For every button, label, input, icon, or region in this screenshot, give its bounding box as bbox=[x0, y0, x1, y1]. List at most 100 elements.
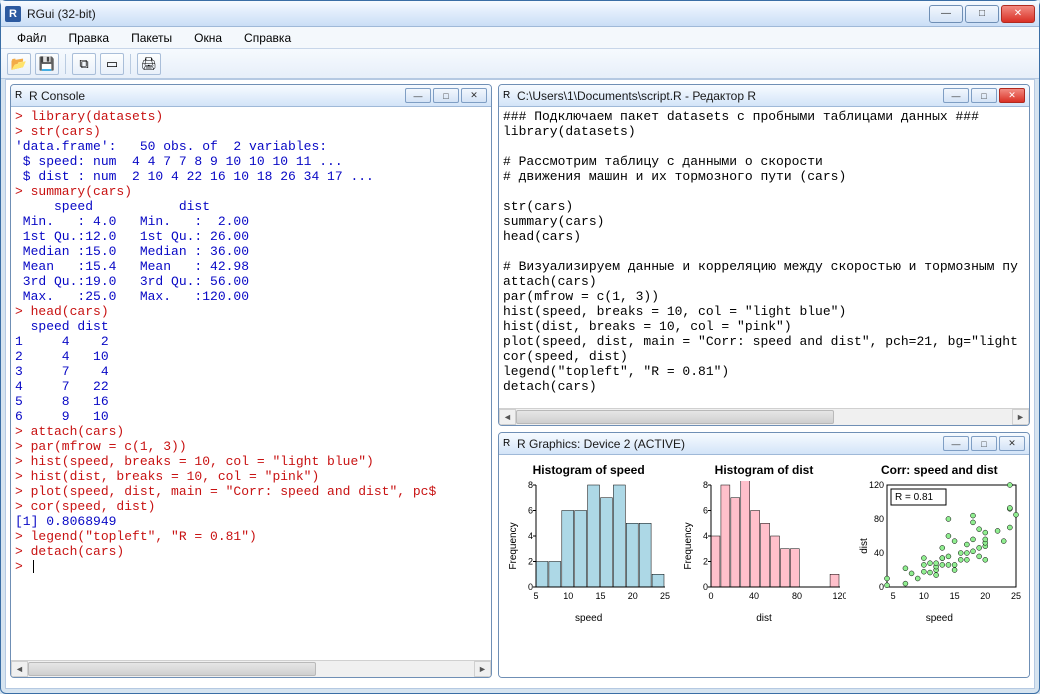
x-axis-label: speed bbox=[575, 613, 602, 624]
save-icon[interactable]: 💾 bbox=[35, 53, 59, 75]
window-title: RGui (32-bit) bbox=[27, 7, 927, 21]
console-line: > hist(speed, breaks = 10, col = "light … bbox=[15, 454, 487, 469]
console-line: > legend("topleft", "R = 0.81") bbox=[15, 529, 487, 544]
svg-text:0: 0 bbox=[879, 582, 884, 592]
paste-icon[interactable]: ▭ bbox=[100, 53, 124, 75]
svg-text:Frequency: Frequency bbox=[508, 522, 519, 569]
console-line: [1] 0.8068949 bbox=[15, 514, 487, 529]
graphics-window: R R Graphics: Device 2 (ACTIVE) — □ ✕ Hi… bbox=[498, 432, 1030, 678]
plot-svg: Frequency02468510152025 bbox=[506, 481, 671, 611]
console-text[interactable]: > library(datasets)> str(cars)'data.fram… bbox=[11, 107, 491, 576]
console-title: R Console bbox=[29, 89, 403, 103]
console-line: 1st Qu.:12.0 1st Qu.: 26.00 bbox=[15, 229, 487, 244]
app-icon: R bbox=[5, 6, 21, 22]
editor-titlebar[interactable]: R C:\Users\1\Documents\script.R - Редакт… bbox=[499, 85, 1029, 107]
console-line: $ speed: num 4 4 7 7 8 9 10 10 10 11 ... bbox=[15, 154, 487, 169]
svg-text:120: 120 bbox=[869, 481, 884, 490]
svg-text:5: 5 bbox=[890, 591, 895, 601]
console-line: > cor(speed, dist) bbox=[15, 499, 487, 514]
main-titlebar: R RGui (32-bit) — □ ✕ bbox=[1, 1, 1039, 27]
plot-title: Corr: speed and dist bbox=[881, 463, 998, 477]
svg-text:4: 4 bbox=[703, 531, 708, 541]
scroll-thumb[interactable] bbox=[28, 662, 316, 676]
graphics-titlebar[interactable]: R R Graphics: Device 2 (ACTIVE) — □ ✕ bbox=[499, 433, 1029, 455]
svg-text:0: 0 bbox=[528, 582, 533, 592]
svg-text:8: 8 bbox=[703, 481, 708, 490]
toolbar-separator bbox=[65, 54, 66, 74]
svg-text:8: 8 bbox=[528, 481, 533, 490]
editor-hscrollbar[interactable]: ◄ ► bbox=[499, 408, 1029, 425]
menu-windows[interactable]: Окна bbox=[184, 29, 232, 47]
svg-text:6: 6 bbox=[703, 506, 708, 516]
editor-window: R C:\Users\1\Documents\script.R - Редакт… bbox=[498, 84, 1030, 426]
maximize-button[interactable]: □ bbox=[965, 5, 999, 23]
editor-text[interactable]: ### Подключаем пакет datasets с пробными… bbox=[499, 107, 1029, 396]
editor-close-button[interactable]: ✕ bbox=[999, 88, 1025, 103]
svg-text:40: 40 bbox=[749, 591, 759, 601]
plot: Corr: speed and distdist0408012051015202… bbox=[854, 463, 1025, 673]
graphics-close-button[interactable]: ✕ bbox=[999, 436, 1025, 451]
svg-text:80: 80 bbox=[874, 514, 884, 524]
r-icon: R bbox=[503, 89, 517, 103]
console-maximize-button[interactable]: □ bbox=[433, 88, 459, 103]
console-close-button[interactable]: ✕ bbox=[461, 88, 487, 103]
open-icon[interactable]: 📂 bbox=[7, 53, 31, 75]
console-line: > hist(dist, breaks = 10, col = "pink") bbox=[15, 469, 487, 484]
console-minimize-button[interactable]: — bbox=[405, 88, 431, 103]
copy-icon[interactable]: ⧉ bbox=[72, 53, 96, 75]
svg-text:Frequency: Frequency bbox=[683, 522, 694, 569]
console-line: 1 4 2 bbox=[15, 334, 487, 349]
menu-packages[interactable]: Пакеты bbox=[121, 29, 182, 47]
svg-text:4: 4 bbox=[528, 531, 533, 541]
console-titlebar[interactable]: R R Console — □ ✕ bbox=[11, 85, 491, 107]
x-axis-label: speed bbox=[926, 613, 953, 624]
console-line: 3 7 4 bbox=[15, 364, 487, 379]
editor-maximize-button[interactable]: □ bbox=[971, 88, 997, 103]
x-axis-label: dist bbox=[756, 613, 772, 624]
console-line: speed dist bbox=[15, 199, 487, 214]
console-line: 3rd Qu.:19.0 3rd Qu.: 56.00 bbox=[15, 274, 487, 289]
graphics-body: Histogram of speed Frequency 0 2 4 6 8 5 10 15 20 2… bbox=[499, 455, 1029, 677]
plot: Histogram of distFrequency0246804080120d… bbox=[678, 463, 849, 673]
svg-text:2: 2 bbox=[528, 557, 533, 567]
scroll-right-icon[interactable]: ► bbox=[1012, 409, 1029, 425]
svg-text:25: 25 bbox=[660, 591, 670, 601]
menu-edit[interactable]: Правка bbox=[59, 29, 120, 47]
svg-text:20: 20 bbox=[628, 591, 638, 601]
scroll-left-icon[interactable]: ◄ bbox=[11, 661, 28, 677]
console-hscrollbar[interactable]: ◄ ► bbox=[11, 660, 491, 677]
plot-svg: dist04080120510152025R = 0.81 bbox=[857, 481, 1022, 611]
svg-text:15: 15 bbox=[596, 591, 606, 601]
editor-title: C:\Users\1\Documents\script.R - Редактор… bbox=[517, 89, 941, 103]
graphics-maximize-button[interactable]: □ bbox=[971, 436, 997, 451]
menu-file[interactable]: Файл bbox=[7, 29, 57, 47]
svg-text:10: 10 bbox=[563, 591, 573, 601]
mdi-area: R R Console — □ ✕ > library(datasets)> s… bbox=[5, 79, 1035, 689]
toolbar-separator bbox=[130, 54, 131, 74]
console-line: Median :15.0 Median : 36.00 bbox=[15, 244, 487, 259]
plot-title: Histogram of dist bbox=[715, 463, 814, 477]
console-line: > plot(speed, dist, main = "Corr: speed … bbox=[15, 484, 487, 499]
svg-text:dist: dist bbox=[859, 538, 870, 554]
scroll-right-icon[interactable]: ► bbox=[474, 661, 491, 677]
svg-text:25: 25 bbox=[1011, 591, 1021, 601]
plot: Histogram of speedFrequency0246851015202… bbox=[503, 463, 674, 673]
editor-body[interactable]: ### Подключаем пакет datasets с пробными… bbox=[499, 107, 1029, 408]
plots-container: Histogram of speed Frequency 0 2 4 6 8 5 10 15 20 2… bbox=[499, 455, 1029, 677]
plot-title: Histogram of speed bbox=[533, 463, 645, 477]
svg-text:5: 5 bbox=[534, 591, 539, 601]
console-line: > par(mfrow = c(1, 3)) bbox=[15, 439, 487, 454]
minimize-button[interactable]: — bbox=[929, 5, 963, 23]
console-line: 4 7 22 bbox=[15, 379, 487, 394]
menu-help[interactable]: Справка bbox=[234, 29, 301, 47]
menubar: Файл Правка Пакеты Окна Справка bbox=[1, 27, 1039, 49]
editor-minimize-button[interactable]: — bbox=[943, 88, 969, 103]
close-button[interactable]: ✕ bbox=[1001, 5, 1035, 23]
print-icon[interactable]: 🖨 bbox=[137, 53, 161, 75]
console-line: Max. :25.0 Max. :120.00 bbox=[15, 289, 487, 304]
svg-text:10: 10 bbox=[919, 591, 929, 601]
scroll-thumb[interactable] bbox=[516, 410, 834, 424]
console-body[interactable]: > library(datasets)> str(cars)'data.fram… bbox=[11, 107, 491, 660]
scroll-left-icon[interactable]: ◄ bbox=[499, 409, 516, 425]
graphics-minimize-button[interactable]: — bbox=[943, 436, 969, 451]
